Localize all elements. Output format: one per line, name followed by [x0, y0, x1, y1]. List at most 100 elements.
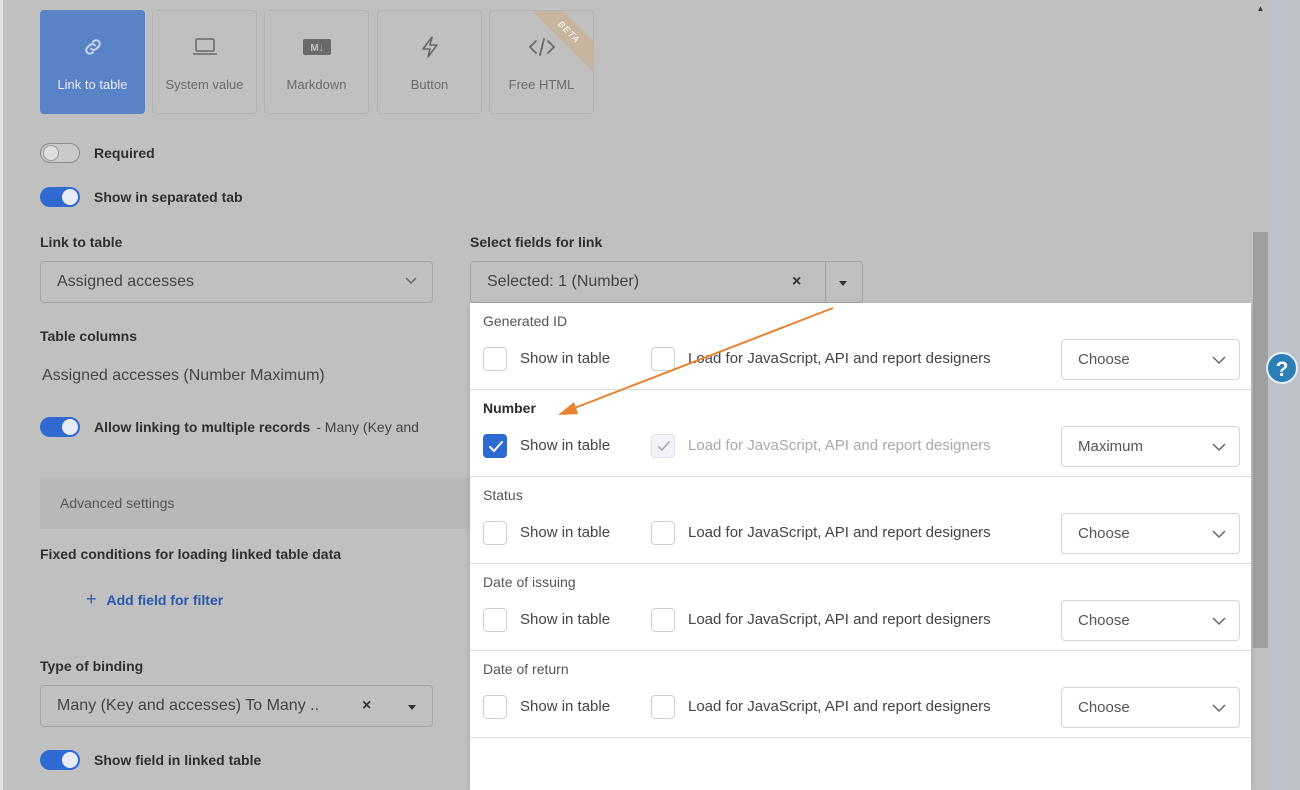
field-group-name: Date of return [483, 661, 569, 677]
show-in-linked-toggle[interactable] [40, 750, 80, 770]
required-label: Required [94, 145, 155, 161]
field-group-generated-id: Generated ID Show in table Load for Java… [470, 303, 1251, 390]
show-in-linked-row: Show field in linked table [40, 750, 261, 770]
field-group-status: Status Show in table Load for JavaScript… [470, 477, 1251, 564]
checkmark-icon [489, 441, 503, 452]
link-icon [41, 33, 144, 61]
clear-binding-icon[interactable]: × [362, 697, 371, 715]
caret-down-icon[interactable] [408, 705, 416, 710]
required-toggle[interactable] [40, 143, 80, 163]
table-columns-value: Assigned accesses (Number Maximum) [42, 367, 325, 384]
add-field-for-filter-label: Add field for filter [106, 592, 224, 608]
show-in-table-checkbox[interactable] [483, 521, 507, 545]
show-in-table-label: Show in table [520, 350, 611, 367]
aggregate-select[interactable]: Choose [1061, 339, 1240, 380]
aggregate-select[interactable]: Choose [1061, 513, 1240, 554]
separated-tab-row: Show in separated tab [40, 187, 243, 207]
toggle-knob [62, 752, 78, 768]
tile-free-html[interactable]: BETA Free HTML [489, 10, 594, 114]
select-fields-label: Select fields for link [470, 234, 603, 250]
multiple-records-toggle[interactable] [40, 417, 80, 437]
field-group-number: Number Show in table Load for JavaScript… [470, 390, 1251, 477]
tile-button[interactable]: Button [377, 10, 482, 114]
scroll-up-arrow-icon[interactable]: ▲ [1253, 4, 1268, 14]
aggregate-select[interactable]: Maximum [1061, 426, 1240, 467]
load-for-js-label: Load for JavaScript, API and report desi… [688, 437, 991, 454]
binding-type-select[interactable]: Many (Key and accesses) To Many .. × [40, 685, 433, 727]
aggregate-select[interactable]: Choose [1061, 600, 1240, 641]
right-side-strip [1270, 0, 1300, 790]
multiple-records-binding-hint: - Many (Key and [316, 419, 419, 435]
window-edge [0, 0, 3, 790]
select-fields-value: Selected: 1 (Number) [487, 273, 640, 290]
tile-label: Free HTML [508, 77, 575, 92]
lightning-icon [378, 33, 481, 61]
show-in-linked-label: Show field in linked table [94, 752, 262, 768]
tile-label: Link to table [57, 77, 128, 92]
field-group-name: Generated ID [483, 313, 568, 329]
help-button[interactable]: ? [1266, 352, 1298, 384]
tile-label: System value [165, 77, 244, 92]
field-group-name: Status [483, 487, 523, 503]
load-for-js-checkbox[interactable] [651, 521, 675, 545]
tile-link-to-table[interactable]: Link to table [40, 10, 145, 114]
checkmark-icon [658, 441, 670, 451]
aggregate-select[interactable]: Choose [1061, 687, 1240, 728]
caret-down-icon[interactable] [839, 281, 847, 286]
advanced-settings-label: Advanced settings [60, 495, 175, 511]
show-in-table-checkbox[interactable] [483, 434, 507, 458]
show-in-table-label: Show in table [520, 437, 611, 454]
load-for-js-label: Load for JavaScript, API and report desi… [688, 611, 991, 628]
table-columns-label: Table columns [40, 328, 137, 344]
fixed-conditions-label: Fixed conditions for loading linked tabl… [40, 546, 342, 562]
show-in-table-label: Show in table [520, 611, 611, 628]
load-for-js-label: Load for JavaScript, API and report desi… [688, 350, 991, 367]
field-group-date-of-issuing: Date of issuing Show in table Load for J… [470, 564, 1251, 651]
select-divider [825, 262, 826, 302]
field-group-name: Number [483, 400, 536, 416]
load-for-js-checkbox[interactable] [651, 434, 675, 458]
link-to-table-value: Assigned accesses [57, 273, 194, 290]
load-for-js-checkbox[interactable] [651, 695, 675, 719]
show-in-table-checkbox[interactable] [483, 695, 507, 719]
tile-label: Markdown [286, 77, 347, 92]
chevron-down-icon [1212, 704, 1226, 713]
aggregate-value: Maximum [1078, 438, 1144, 455]
field-group-name: Date of issuing [483, 574, 576, 590]
show-in-table-label: Show in table [520, 524, 611, 541]
toggle-knob [43, 145, 59, 161]
field-group-date-of-return: Date of return Show in table Load for Ja… [470, 651, 1251, 738]
multiple-records-label: Allow linking to multiple records [94, 419, 311, 435]
tile-label: Button [410, 77, 449, 92]
binding-type-value: Many (Key and accesses) To Many .. [57, 697, 320, 714]
laptop-icon [153, 33, 256, 61]
show-in-table-checkbox[interactable] [483, 608, 507, 632]
load-for-js-checkbox[interactable] [651, 608, 675, 632]
binding-type-label: Type of binding [40, 658, 144, 674]
show-in-table-label: Show in table [520, 698, 611, 715]
markdown-icon: M↓ [265, 33, 368, 61]
select-fields-select[interactable]: Selected: 1 (Number) × [470, 261, 863, 303]
multiple-records-row: Allow linking to multiple records - Many… [40, 417, 419, 437]
aggregate-value: Choose [1078, 351, 1130, 368]
chevron-down-icon [1212, 530, 1226, 539]
add-field-for-filter-link[interactable]: + Add field for filter [86, 589, 223, 610]
link-to-table-label: Link to table [40, 234, 123, 250]
aggregate-value: Choose [1078, 699, 1130, 716]
aggregate-value: Choose [1078, 612, 1130, 629]
select-fields-dropdown: Generated ID Show in table Load for Java… [470, 303, 1251, 790]
separated-tab-toggle[interactable] [40, 187, 80, 207]
load-for-js-checkbox[interactable] [651, 347, 675, 371]
show-in-table-checkbox[interactable] [483, 347, 507, 371]
toggle-knob [62, 419, 78, 435]
clear-selection-icon[interactable]: × [792, 273, 801, 291]
advanced-settings-header[interactable]: Advanced settings [40, 478, 480, 529]
aggregate-value: Choose [1078, 525, 1130, 542]
chevron-down-icon [1212, 356, 1226, 365]
tile-markdown[interactable]: M↓ Markdown [264, 10, 369, 114]
scrollbar-thumb[interactable] [1253, 232, 1268, 648]
chevron-down-icon [1212, 443, 1226, 452]
load-for-js-label: Load for JavaScript, API and report desi… [688, 698, 991, 715]
link-to-table-select[interactable]: Assigned accesses [40, 261, 433, 303]
tile-system-value[interactable]: System value [152, 10, 257, 114]
